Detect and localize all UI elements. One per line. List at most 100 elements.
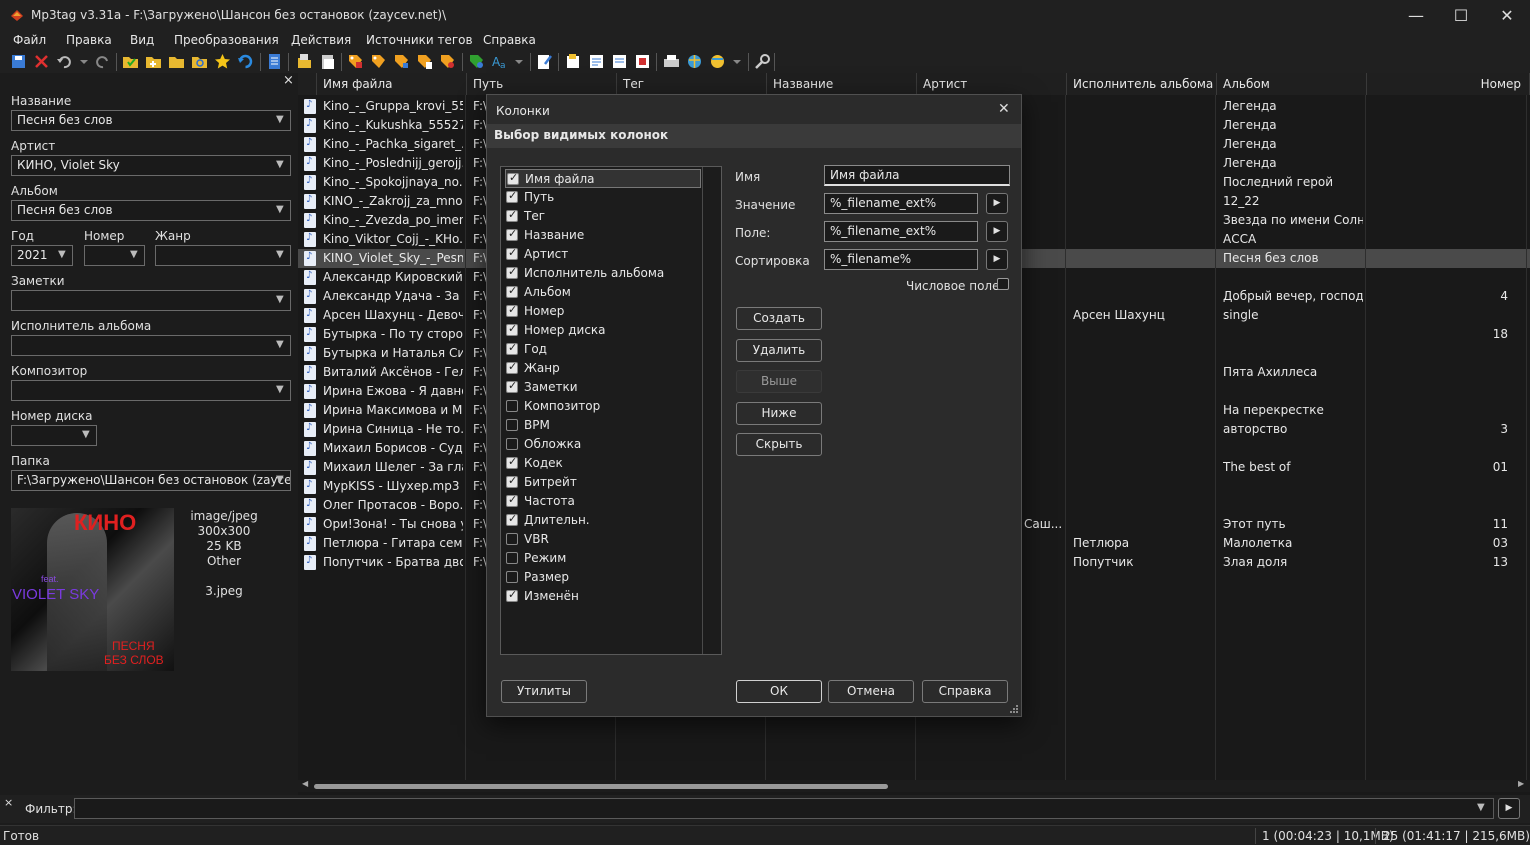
open-folder-icon[interactable]: [168, 53, 185, 70]
list-icon[interactable]: [611, 53, 628, 70]
column-checklist-item[interactable]: Путь: [505, 188, 701, 207]
column-checklist-item[interactable]: Длительн.: [505, 511, 701, 530]
column-checklist-item[interactable]: Исполнитель альбома: [505, 264, 701, 283]
text-tag-icon[interactable]: [416, 53, 433, 70]
checkbox[interactable]: [506, 379, 518, 393]
copy-tag-icon[interactable]: [296, 53, 313, 70]
options-icon[interactable]: [663, 53, 680, 70]
checkbox[interactable]: [506, 189, 518, 203]
cancel-button[interactable]: Отмена: [828, 680, 914, 703]
menu-convert[interactable]: Преобразования: [174, 33, 279, 47]
menu-actions[interactable]: Действия: [291, 33, 351, 47]
column-checklist-item[interactable]: Заметки: [505, 378, 701, 397]
column-checklist-item[interactable]: Частота: [505, 492, 701, 511]
case-dropdown-icon[interactable]: [511, 53, 528, 70]
column-checklist-item[interactable]: Кодек: [505, 454, 701, 473]
redo-icon[interactable]: [94, 53, 111, 70]
column-header-album-artist[interactable]: Исполнитель альбома: [1067, 73, 1217, 95]
folder-combo[interactable]: F:\Загружено\Шансон без остановок (zayce…: [11, 470, 291, 491]
column-checklist-item[interactable]: Изменён: [505, 587, 701, 606]
checkbox[interactable]: [506, 571, 518, 583]
ok-button[interactable]: ОК: [736, 680, 822, 703]
genre-combo[interactable]: ▼: [155, 245, 291, 266]
menu-file[interactable]: Файл: [13, 33, 46, 47]
checkbox[interactable]: [506, 455, 518, 469]
name-input[interactable]: Имя файла: [824, 165, 1010, 186]
column-header-album[interactable]: Альбом: [1217, 73, 1367, 95]
save-icon[interactable]: [10, 53, 27, 70]
column-checklist-item[interactable]: Режим: [505, 549, 701, 568]
tag-filename-icon[interactable]: [347, 53, 364, 70]
menu-tag-sources[interactable]: Источники тегов: [366, 33, 473, 47]
menu-view[interactable]: Вид: [130, 33, 154, 47]
columns-list[interactable]: Имя файла Путь Тег Название Артист Исполнител…: [500, 166, 722, 655]
checkbox[interactable]: [506, 512, 518, 526]
value-input[interactable]: %_filename_ext%: [824, 193, 978, 214]
disc-combo[interactable]: ▼: [11, 425, 97, 446]
album-combo[interactable]: Песня без слов ▼: [11, 200, 291, 221]
checkbox[interactable]: [506, 322, 518, 336]
reload-icon[interactable]: [237, 53, 254, 70]
field-input[interactable]: %_filename_ext%: [824, 221, 978, 242]
menu-help[interactable]: Справка: [483, 33, 536, 47]
checkbox[interactable]: [506, 438, 518, 450]
scroll-left-icon[interactable]: ◀: [302, 779, 308, 788]
checkbox[interactable]: [507, 171, 519, 185]
remove-tag-icon[interactable]: [33, 53, 50, 70]
checkbox[interactable]: [506, 246, 518, 260]
column-header-artist[interactable]: Артист: [917, 73, 1067, 95]
close-filter-icon[interactable]: ×: [4, 796, 13, 809]
checkbox[interactable]: [506, 208, 518, 222]
scrollbar-thumb[interactable]: [314, 784, 888, 789]
column-checklist-item[interactable]: Имя файла: [505, 169, 701, 188]
composer-combo[interactable]: ▼: [11, 380, 291, 401]
filter-input[interactable]: ▼: [74, 798, 1494, 819]
checkbox[interactable]: [506, 341, 518, 355]
tools-icon[interactable]: [754, 53, 771, 70]
smiley-icon[interactable]: [709, 53, 726, 70]
checkbox[interactable]: [506, 400, 518, 412]
checkbox[interactable]: [506, 265, 518, 279]
add-folder-icon[interactable]: [145, 53, 162, 70]
column-checklist-item[interactable]: Год: [505, 340, 701, 359]
column-checklist-item[interactable]: BPM: [505, 416, 701, 435]
undo-icon[interactable]: [56, 53, 73, 70]
dialog-close-icon[interactable]: ✕: [998, 101, 1010, 117]
help-button[interactable]: Справка: [922, 680, 1008, 703]
filename-filename-icon[interactable]: [393, 53, 410, 70]
column-checklist-item[interactable]: VBR: [505, 530, 701, 549]
checkbox[interactable]: [506, 227, 518, 241]
column-checklist-item[interactable]: Жанр: [505, 359, 701, 378]
column-header-path[interactable]: Путь: [467, 73, 617, 95]
title-combo[interactable]: Песня без слов ▼: [11, 110, 291, 131]
field-placeholder-button[interactable]: ▶: [986, 221, 1008, 242]
checkbox[interactable]: [506, 493, 518, 507]
column-checklist-item[interactable]: Битрейт: [505, 473, 701, 492]
column-checklist-item[interactable]: Размер: [505, 568, 701, 587]
column-checklist-item[interactable]: Номер: [505, 302, 701, 321]
sort-input[interactable]: %_filename%: [824, 249, 978, 270]
refresh-folder-icon[interactable]: [191, 53, 208, 70]
menu-edit[interactable]: Правка: [66, 33, 112, 47]
web-dropdown-icon[interactable]: [729, 53, 746, 70]
column-header-tag[interactable]: Тег: [617, 73, 767, 95]
value-placeholder-button[interactable]: ▶: [986, 193, 1008, 214]
scroll-right-icon[interactable]: ▶: [1518, 779, 1524, 788]
checkbox[interactable]: [506, 474, 518, 488]
checkbox[interactable]: [506, 552, 518, 564]
track-combo[interactable]: ▼: [84, 245, 145, 266]
tag-panel-icon[interactable]: [266, 53, 283, 70]
minimize-button[interactable]: —: [1393, 0, 1439, 31]
column-header-icon[interactable]: [298, 73, 317, 95]
filename-tag-icon[interactable]: [370, 53, 387, 70]
checkbox[interactable]: [506, 303, 518, 317]
favorites-icon[interactable]: [214, 53, 231, 70]
web-icon[interactable]: [686, 53, 703, 70]
close-panel-icon[interactable]: ×: [283, 73, 294, 88]
paste-tag-icon[interactable]: [319, 53, 336, 70]
checkbox[interactable]: [506, 360, 518, 374]
year-combo[interactable]: 2021 ▼: [11, 245, 73, 266]
column-header-track[interactable]: Номер: [1367, 73, 1530, 95]
tag-sources-icon[interactable]: [468, 53, 485, 70]
sort-placeholder-button[interactable]: ▶: [986, 249, 1008, 270]
